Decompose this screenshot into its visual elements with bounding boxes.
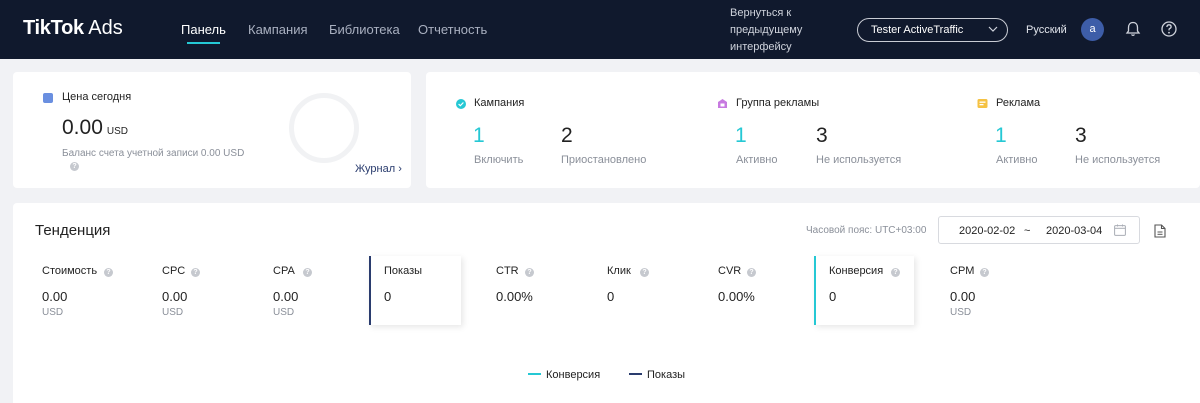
metric-value: 0.00 — [162, 289, 188, 304]
group-icon — [718, 99, 727, 108]
metric-value: 0.00 — [273, 289, 299, 304]
balance-currency: USD — [106, 126, 128, 137]
help-circle-icon[interactable]: ? — [640, 268, 649, 277]
trend-card: Тенденция Часовой пояс: UTC+03:00 2020-0… — [13, 203, 1200, 403]
trend-title: Тенденция — [35, 222, 111, 239]
metric-cost[interactable]: Стоимость ? 0.00 USD — [31, 256, 123, 325]
entity-stats-card: Кампания 1 Включить 2 Приостановлено Гру… — [426, 72, 1200, 188]
ad-unused-label: Не используется — [1075, 154, 1161, 166]
metric-name: Конверсия — [829, 265, 884, 277]
metric-cvr[interactable]: CVR ? 0.00% — [707, 256, 799, 325]
help-icon[interactable] — [1160, 20, 1178, 38]
bell-icon[interactable] — [1124, 20, 1142, 38]
help-circle-icon[interactable]: ? — [303, 268, 312, 277]
wallet-icon — [43, 93, 53, 103]
legend-swatch — [528, 373, 541, 376]
balance-card: Цена сегодня 0.00 USD Баланс счета учетно… — [13, 72, 411, 188]
date-start: 2020-02-02 — [959, 225, 1016, 237]
selected-series-bar — [369, 256, 371, 325]
metric-name: Показы — [384, 265, 423, 277]
metric-name: CPM — [950, 265, 975, 277]
top-navbar: TikTok Ads Панель Кампания Библиотека От… — [0, 0, 1200, 59]
metric-clicks[interactable]: Клик ? 0 — [596, 256, 688, 325]
metric-cpm[interactable]: CPM ? 0.00 USD — [939, 256, 1031, 325]
metric-value: 0.00 — [950, 289, 976, 304]
adgroup-title: Группа рекламы — [736, 97, 820, 109]
metric-unit: USD — [162, 307, 184, 318]
metric-value: 0.00% — [718, 289, 755, 304]
ad-active-label: Активно — [996, 154, 1038, 166]
metric-conversions[interactable]: Конверсия ? 0 — [814, 256, 914, 325]
nav-library[interactable]: Библиотека — [329, 22, 400, 37]
legend-impressions[interactable]: Показы — [629, 369, 685, 381]
help-circle-icon[interactable]: ? — [747, 268, 756, 277]
balance-note: Баланс счета учетной записи 0.00 USD — [62, 148, 245, 159]
balance-ring-chart — [289, 93, 359, 163]
metric-value: 0 — [607, 289, 615, 304]
help-circle-icon[interactable]: ? — [525, 268, 534, 277]
help-circle-icon[interactable]: ? — [980, 268, 989, 277]
metric-unit: USD — [273, 307, 295, 318]
ad-unused-count: 3 — [1075, 124, 1087, 147]
help-circle-icon[interactable]: ? — [104, 268, 113, 277]
account-selector[interactable]: Tester ActiveTraffic — [857, 18, 1008, 42]
timezone-label: Часовой пояс: UTC+03:00 — [806, 225, 927, 236]
campaign-paused-count: 2 — [561, 124, 573, 147]
legend-swatch — [629, 373, 642, 376]
language-selector[interactable]: Русский — [1026, 24, 1067, 36]
nav-campaign[interactable]: Кампания — [248, 22, 308, 37]
metric-name: Клик — [607, 265, 631, 277]
user-avatar[interactable]: a — [1081, 18, 1104, 41]
date-range-picker[interactable]: 2020-02-02 ~ 2020-03-04 — [938, 216, 1140, 244]
metric-name: CPC — [162, 265, 186, 277]
export-icon[interactable] — [1154, 224, 1166, 238]
adgroup-unused-count: 3 — [816, 124, 828, 147]
back-to-old-interface-link[interactable]: Вернуться к предыдущему интерфейсу — [730, 5, 840, 56]
campaign-active-count[interactable]: 1 — [473, 124, 485, 148]
help-circle-icon[interactable]: ? — [70, 162, 79, 171]
ad-active-count[interactable]: 1 — [995, 124, 1007, 148]
adgroup-unused-label: Не используется — [816, 154, 902, 166]
date-separator: ~ — [1024, 225, 1031, 237]
calendar-icon — [1114, 224, 1126, 236]
date-end: 2020-03-04 — [1046, 225, 1103, 237]
metric-value: 0.00% — [496, 289, 533, 304]
metric-unit: USD — [950, 307, 972, 318]
help-circle-icon[interactable]: ? — [891, 268, 900, 277]
metric-value: 0.00 — [42, 289, 68, 304]
campaign-active-label: Включить — [474, 154, 524, 166]
metric-impressions[interactable]: Показы 0 — [369, 256, 461, 325]
campaign-paused-label: Приостановлено — [561, 154, 647, 166]
metric-value: 0 — [829, 289, 837, 304]
metric-ctr[interactable]: CTR ? 0.00% — [485, 256, 577, 325]
metric-name: CVR — [718, 265, 742, 277]
legend-conversions[interactable]: Конверсия — [528, 369, 600, 381]
journal-link[interactable]: Журнал › — [355, 163, 402, 175]
metric-name: CTR — [496, 265, 519, 277]
nav-dashboard[interactable]: Панель — [181, 22, 226, 44]
campaign-title: Кампания — [474, 97, 525, 109]
ad-icon — [977, 99, 988, 108]
balance-amount: 0.00 USD — [62, 116, 128, 139]
metric-unit: USD — [42, 307, 64, 318]
adgroup-active-label: Активно — [736, 154, 778, 166]
metric-value: 0 — [384, 289, 392, 304]
metric-cpc[interactable]: CPC ? 0.00 USD — [151, 256, 243, 325]
check-circle-icon — [456, 99, 466, 109]
metric-name: Стоимость — [42, 265, 98, 277]
tiktok-ads-logo[interactable]: TikTok Ads — [23, 17, 123, 40]
selected-series-bar — [814, 256, 816, 325]
ad-title: Реклама — [996, 97, 1041, 109]
metric-cpa[interactable]: CPA ? 0.00 USD — [262, 256, 354, 325]
adgroup-active-count[interactable]: 1 — [735, 124, 747, 148]
balance-title: Цена сегодня — [62, 91, 132, 103]
chevron-down-icon — [988, 22, 998, 39]
metric-name: CPA — [273, 265, 295, 277]
help-circle-icon[interactable]: ? — [191, 268, 200, 277]
nav-reporting[interactable]: Отчетность — [418, 22, 487, 37]
active-tab-underline — [187, 42, 220, 44]
